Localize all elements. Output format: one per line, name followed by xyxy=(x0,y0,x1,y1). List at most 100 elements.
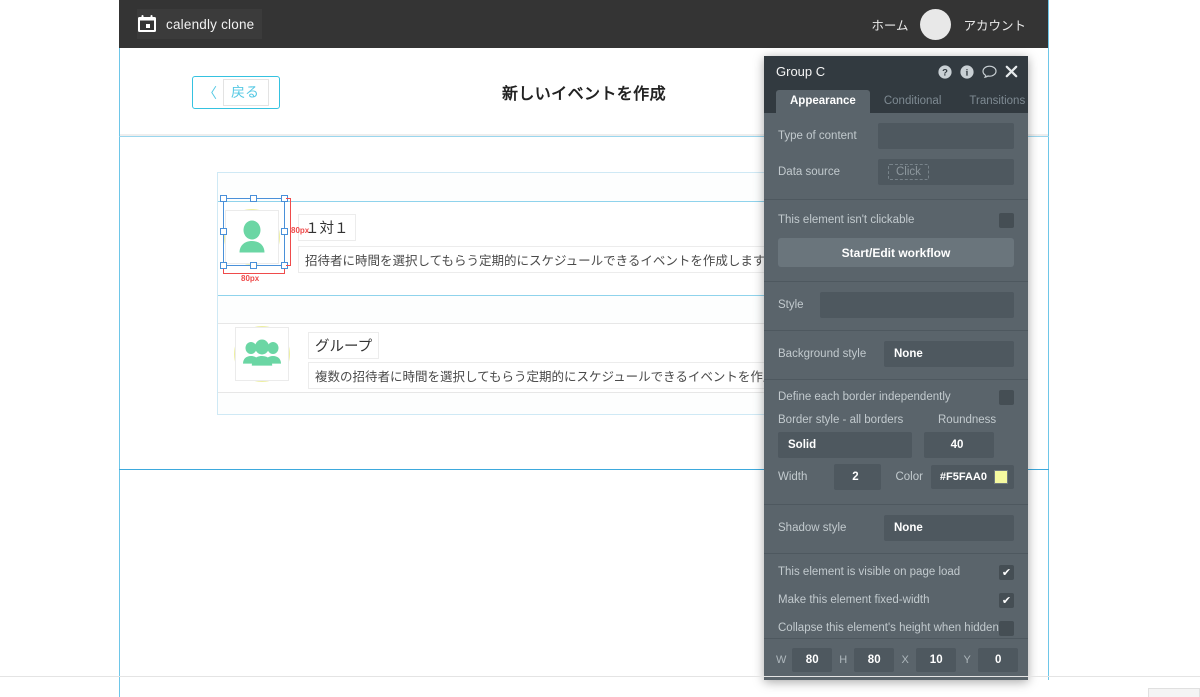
svg-text:?: ? xyxy=(942,67,948,78)
chevron-left-icon: 〈 xyxy=(203,84,217,101)
panel-title-label: Group C xyxy=(776,64,826,79)
help-icon[interactable]: ? xyxy=(938,64,952,79)
x-label: X xyxy=(901,653,909,666)
nav-home[interactable]: ホーム xyxy=(871,15,908,34)
section-shadow: Shadow style None xyxy=(764,505,1028,553)
dimension-label-height: 80px xyxy=(291,226,310,235)
nav-account[interactable]: アカウント xyxy=(963,15,1026,34)
group-icon-box[interactable] xyxy=(235,327,289,381)
row-shadow-style: Shadow style None xyxy=(778,515,1014,541)
x-input[interactable]: 10 xyxy=(916,647,956,672)
color-swatch[interactable] xyxy=(994,470,1008,484)
y-input[interactable]: 0 xyxy=(978,647,1018,672)
panel-title-bar: Group C ? i xyxy=(764,56,1028,87)
panel-title-icons: ? i xyxy=(938,64,1018,79)
brand[interactable]: calendly clone xyxy=(137,9,263,39)
border-color-hex: #F5FAA0 xyxy=(939,471,987,483)
avatar[interactable] xyxy=(920,8,952,40)
row-width-color: Width 2 Color #F5FAA0 xyxy=(778,464,1014,490)
guide-line-right xyxy=(1048,0,1049,680)
info-icon[interactable]: i xyxy=(960,64,974,79)
resize-handle-middle-left[interactable] xyxy=(220,228,227,235)
style-select[interactable] xyxy=(820,292,1014,318)
fixed-width-label: Make this element fixed-width xyxy=(778,594,930,606)
data-source-field[interactable]: Click xyxy=(878,159,1014,185)
row-style: Style xyxy=(778,292,1014,318)
border-style-select[interactable]: Solid xyxy=(778,432,912,458)
row-define-borders: Define each border independently xyxy=(778,388,1014,406)
border-color-field[interactable]: #F5FAA0 xyxy=(930,465,1014,489)
dimension-label-width: 80px xyxy=(241,274,260,283)
row-visible-on-load: This element is visible on page load ✔ xyxy=(778,562,1014,582)
not-clickable-label: This element isn't clickable xyxy=(778,214,915,226)
row-type-of-content: Type of content xyxy=(778,123,1014,149)
event-type-repeating-group: １対１ 招待者に時間を選択してもらう定期的にスケジュールできるイベントを作成しま… xyxy=(217,172,838,415)
back-button-label: 戻る xyxy=(223,79,269,106)
width-label: Width xyxy=(778,471,808,483)
style-label: Style xyxy=(778,299,804,311)
event-type-desc: 招待者に時間を選択してもらう定期的にスケジュールできるイベントを作成します。 xyxy=(298,246,784,273)
row-border-labels: Border style - all borders Roundness xyxy=(778,412,1014,428)
event-type-row-group: グループ 複数の招待者に時間を選択してもらう定期的にスケジュールできるイベントを… xyxy=(218,324,838,392)
brand-label: calendly clone xyxy=(166,16,255,32)
selection-box[interactable] xyxy=(220,195,288,269)
visible-on-load-checkbox[interactable]: ✔ xyxy=(999,564,1014,580)
tab-transitions[interactable]: Transitions xyxy=(955,90,1039,113)
collapse-height-checkbox[interactable] xyxy=(999,620,1014,636)
width-select[interactable]: 2 xyxy=(834,464,881,490)
data-source-label: Data source xyxy=(778,166,841,178)
shadow-style-label: Shadow style xyxy=(778,522,847,534)
back-button[interactable]: 〈 戻る xyxy=(192,76,280,109)
border-style-label: Border style - all borders xyxy=(778,414,904,426)
svg-text:i: i xyxy=(966,68,969,78)
bottom-right-strip xyxy=(1148,688,1200,697)
roundness-label: Roundness xyxy=(938,414,997,426)
fixed-width-checkbox[interactable]: ✔ xyxy=(999,592,1014,608)
y-label: Y xyxy=(963,653,971,666)
resize-handle-bottom-center[interactable] xyxy=(250,262,257,269)
row-border-controls: Solid 40 xyxy=(778,432,1014,458)
data-source-placeholder: Click xyxy=(888,164,929,180)
app-top-bar: calendly clone ホーム アカウント xyxy=(119,0,1048,48)
shadow-style-select[interactable]: None xyxy=(884,515,1014,541)
row-collapse-height: Collapse this element's height when hidd… xyxy=(778,618,1014,638)
comment-icon[interactable] xyxy=(982,65,997,79)
app-bar-right: ホーム アカウント xyxy=(871,0,1026,48)
resize-handle-top-left[interactable] xyxy=(220,195,227,202)
row-fixed-width: Make this element fixed-width ✔ xyxy=(778,590,1014,610)
row-background-style: Background style None xyxy=(778,341,1014,367)
editor-root: calendly clone ホーム アカウント 新しいイベントを作成 〈 戻る xyxy=(0,0,1200,697)
define-borders-label: Define each border independently xyxy=(778,391,951,403)
panel-body: Type of content Data source Click This e… xyxy=(764,113,1028,680)
section-style: Style xyxy=(764,282,1028,330)
list-item[interactable]: １対１ 招待者に時間を選択してもらう定期的にスケジュールできるイベントを作成しま… xyxy=(218,201,838,296)
property-editor-panel: Group C ? i Appearance Conditional Trans… xyxy=(764,56,1028,680)
event-type-desc: 複数の招待者に時間を選択してもらう定期的にスケジュールできるイベントを作成します… xyxy=(308,362,832,389)
row-not-clickable: This element isn't clickable xyxy=(778,210,1014,230)
tab-appearance[interactable]: Appearance xyxy=(776,90,870,113)
w-label: W xyxy=(776,653,787,666)
section-background: Background style None xyxy=(764,331,1028,379)
list-item[interactable]: グループ 複数の招待者に時間を選択してもらう定期的にスケジュールできるイベントを… xyxy=(218,323,838,393)
width-input[interactable]: 80 xyxy=(792,647,832,672)
collapse-height-label: Collapse this element's height when hidd… xyxy=(778,622,999,634)
visible-on-load-label: This element is visible on page load xyxy=(778,566,961,578)
background-style-select[interactable]: None xyxy=(884,341,1014,367)
not-clickable-checkbox[interactable] xyxy=(999,212,1014,228)
close-icon[interactable] xyxy=(1005,65,1018,78)
start-edit-workflow-button[interactable]: Start/Edit workflow xyxy=(778,238,1014,267)
geometry-bar: W 80 H 80 X 10 Y 0 xyxy=(764,638,1028,680)
color-label: Color xyxy=(895,471,923,483)
type-of-content-select[interactable] xyxy=(878,123,1014,149)
group-icon xyxy=(243,339,281,366)
define-borders-checkbox[interactable] xyxy=(999,389,1014,405)
panel-tabs: Appearance Conditional Transitions xyxy=(764,87,1028,113)
tab-conditional[interactable]: Conditional xyxy=(870,90,956,113)
section-content: Type of content Data source Click xyxy=(764,113,1028,199)
height-input[interactable]: 80 xyxy=(854,647,894,672)
resize-handle-bottom-left[interactable] xyxy=(220,262,227,269)
background-style-label: Background style xyxy=(778,348,867,360)
resize-handle-top-center[interactable] xyxy=(250,195,257,202)
roundness-select[interactable]: 40 xyxy=(924,432,994,458)
row-data-source: Data source Click xyxy=(778,159,1014,185)
